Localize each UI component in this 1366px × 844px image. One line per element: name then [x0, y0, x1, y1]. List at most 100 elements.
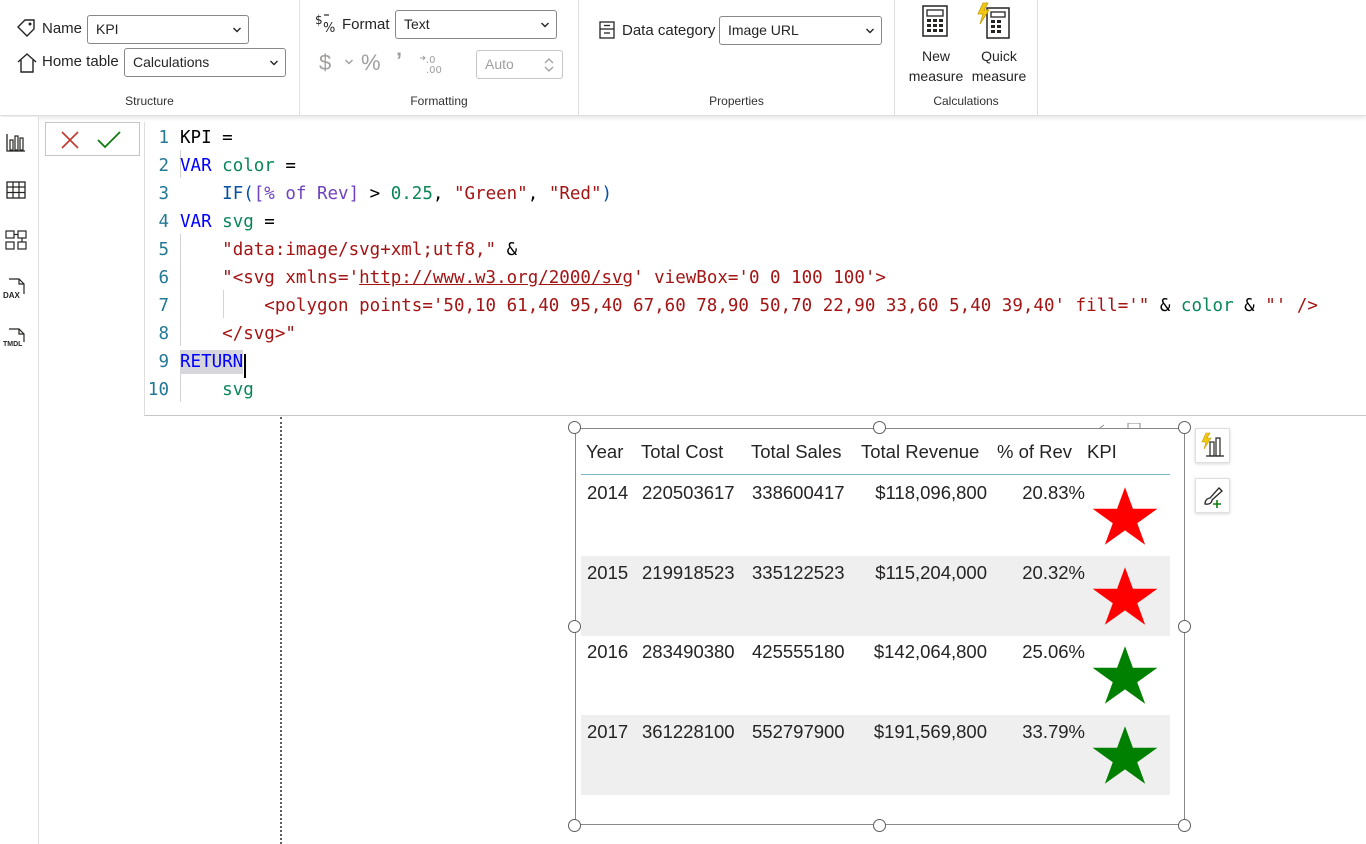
code-line[interactable]: 3 IF([% of Rev] > 0.25, "Green", "Red") [145, 180, 1366, 208]
header-pct-of-rev[interactable]: % of Rev [997, 441, 1072, 463]
home-table-select[interactable]: Calculations [124, 48, 286, 77]
resize-handle-top-left[interactable] [568, 421, 581, 434]
calculations-group: New measure Quick measure Calculations [895, 0, 1038, 116]
code-line[interactable]: 5 "data:image/svg+xml;utf8," & [145, 236, 1366, 264]
visual-insights-icon [1201, 432, 1224, 457]
code-line[interactable]: 6 "<svg xmlns='http://www.w3.org/2000/sv… [145, 264, 1366, 292]
decimal-places-icon[interactable]: .0.00 [420, 52, 444, 74]
code-line[interactable]: 4 VAR svg = [145, 208, 1366, 236]
comma-style-button[interactable]: ’ [396, 48, 402, 74]
code-text: VAR svg = [180, 208, 275, 236]
kpi-star-shape [1092, 566, 1158, 625]
header-total-revenue[interactable]: Total Revenue [861, 441, 979, 463]
model-view-icon[interactable] [5, 229, 27, 251]
svg-text:$: $ [315, 13, 323, 27]
data-category-icon [599, 21, 615, 39]
code-token: , [527, 184, 549, 204]
cell-total-cost: 219918523 [642, 561, 735, 583]
table-row[interactable]: 2014 220503617 338600417 $118,096,800 20.83% [581, 476, 1170, 556]
quick-measure-button[interactable]: Quick measure [967, 2, 1031, 86]
data-category-select[interactable]: Image URL [719, 16, 882, 45]
new-measure-button[interactable]: New measure [903, 2, 969, 86]
resize-handle-top-right[interactable] [1178, 421, 1191, 434]
kpi-star-icon [1092, 566, 1158, 625]
report-view-icon[interactable] [5, 131, 27, 153]
decimal-places-stepper[interactable]: Auto [476, 50, 563, 79]
dax-formula-editor[interactable]: 1 KPI = 2 VAR color = 3 IF([% of Rev] > 0.25… [144, 122, 1366, 416]
cell-year: 2016 [587, 641, 629, 662]
home-icon [17, 53, 37, 73]
code-token: <polygon points='50,10 61,40 95,40 67,60… [264, 296, 1150, 316]
resize-handle-bottom[interactable] [873, 819, 886, 832]
code-token: & [496, 240, 518, 260]
text-cursor [244, 354, 246, 378]
code-line[interactable]: 8 </svg>" [145, 320, 1366, 348]
line-number: 10 [147, 380, 169, 400]
page-boundary [280, 417, 282, 844]
kpi-star-icon [1092, 725, 1158, 784]
table-row[interactable]: 2017 361228100 552797900 $191,569,800 33.79% [581, 714, 1170, 795]
tmdl-view-icon[interactable]: TMDL [3, 327, 29, 353]
kpi-star-icon [1092, 487, 1158, 545]
code-text: VAR color = [180, 152, 296, 180]
currency-format-button[interactable]: $ [319, 50, 331, 76]
header-total-cost[interactable]: Total Cost [641, 441, 723, 463]
format-select[interactable]: Text [395, 10, 557, 39]
percent-format-button[interactable]: % [361, 50, 381, 76]
resize-handle-bottom-right[interactable] [1178, 819, 1191, 832]
code-token: & [1149, 296, 1181, 316]
resize-handle-bottom-left[interactable] [568, 819, 581, 832]
code-line[interactable]: 2 VAR color = [145, 152, 1366, 180]
code-line[interactable]: 1 KPI = [145, 124, 1366, 152]
resize-handle-right[interactable] [1178, 620, 1191, 633]
document-icon [9, 328, 25, 342]
table-header: Year Total Cost Total Sales Total Revenu… [581, 433, 1170, 474]
header-year[interactable]: Year [586, 441, 623, 463]
cell-pct-of-rev: 20.83% [1022, 482, 1085, 503]
code-token: http://www.w3.org/2000/svg [359, 268, 634, 288]
code-line[interactable]: 10 svg [145, 376, 1366, 404]
code-line[interactable]: 7 <polygon points='50,10 61,40 95,40 67,… [145, 292, 1366, 320]
name-label: Name [42, 20, 83, 37]
structure-group-label: Structure [125, 94, 174, 108]
table-view-icon[interactable] [5, 179, 27, 201]
kpi-star-shape [1092, 646, 1158, 704]
table-row[interactable]: 2016 283490380 425555180 $142,064,800 25.06% [581, 635, 1170, 715]
cell-total-revenue: $142,064,800 [873, 641, 987, 662]
line-number: 3 [158, 184, 169, 204]
home-table-value: Calculations [133, 54, 210, 70]
code-token: IF( [222, 184, 254, 204]
chevron-down-icon [866, 28, 874, 34]
name-field[interactable]: KPI [87, 15, 249, 44]
code-token: "Green" [453, 184, 528, 204]
cell-total-revenue: $115,204,000 [875, 561, 987, 583]
chevron-down-icon[interactable] [345, 58, 353, 66]
commit-icon[interactable] [96, 130, 122, 150]
cancel-icon[interactable] [60, 130, 80, 150]
decimal-places-placeholder: Auto [485, 56, 514, 72]
visual-header-grip[interactable] [1092, 416, 1142, 430]
paintbrush-icon [1204, 487, 1223, 508]
kpi-star-shape [1092, 487, 1158, 545]
table-row[interactable]: 2015 219918523 335122523 $115,204,000 20.32% [581, 555, 1170, 636]
resize-handle-left[interactable] [568, 620, 581, 633]
dax-query-view-icon[interactable]: DAX [3, 277, 29, 303]
line-number: 4 [158, 212, 169, 232]
tmdl-label: TMDL [3, 341, 23, 348]
svg-text:%: % [323, 21, 335, 34]
header-kpi[interactable]: KPI [1087, 441, 1117, 463]
code-line[interactable]: 9 RETURN [145, 348, 1366, 376]
quick-insights-button[interactable] [1195, 428, 1230, 463]
properties-group-label: Properties [709, 94, 764, 108]
line-number: 5 [158, 240, 169, 260]
header-total-sales[interactable]: Total Sales [751, 441, 842, 463]
code-token: = [274, 156, 296, 176]
format-visual-button[interactable] [1195, 478, 1230, 513]
cell-total-sales: 552797900 [752, 720, 845, 742]
kpi-star-icon [1092, 646, 1158, 704]
